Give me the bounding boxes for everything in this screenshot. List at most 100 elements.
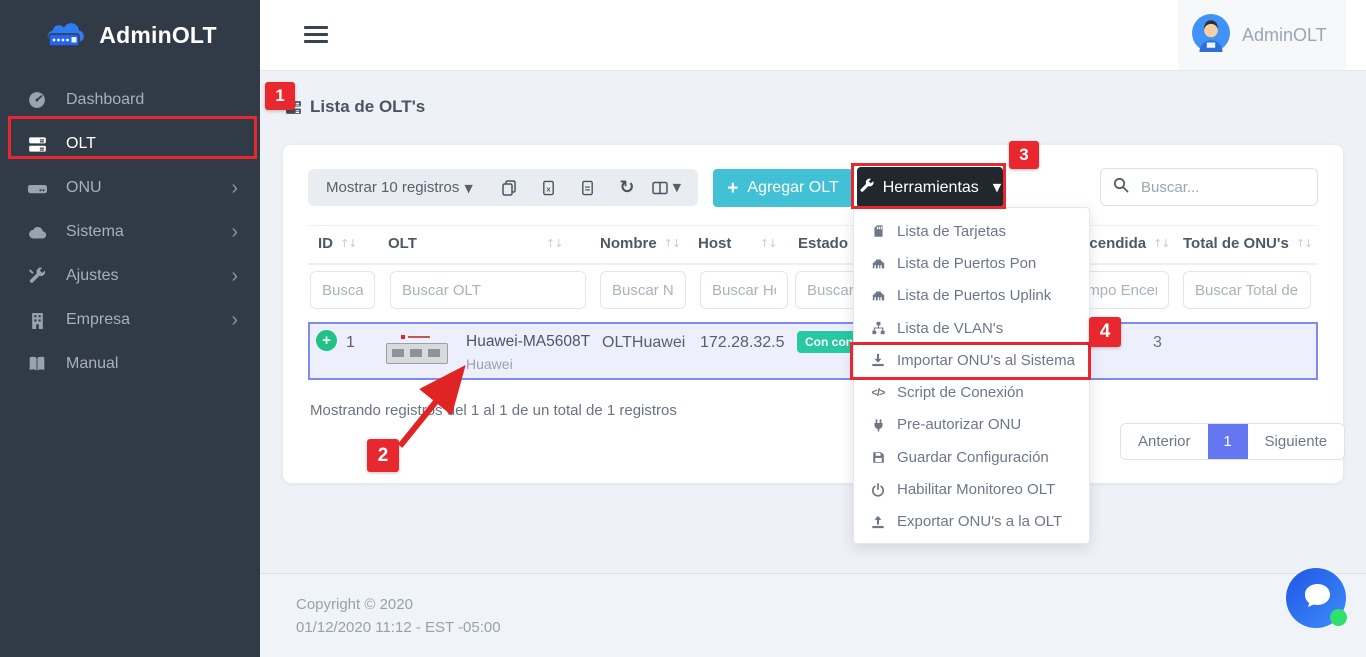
sidebar-item-label: Empresa [66, 311, 130, 329]
menu-item-lista-vlans[interactable]: Lista de VLAN's [854, 312, 1089, 344]
column-header-id[interactable]: ID↑↓ [318, 235, 356, 252]
pagination-page-1[interactable]: 1 [1208, 424, 1248, 459]
chevron-right-icon: › [231, 178, 238, 198]
page-title-text: Lista de OLT's [310, 97, 425, 117]
user-name: AdminOLT [1242, 25, 1327, 46]
footer: Copyright © 2020 01/12/2020 11:12 - EST … [260, 573, 1366, 657]
download-icon [869, 353, 887, 367]
chat-widget-button[interactable] [1286, 568, 1346, 628]
filter-total-input[interactable] [1183, 271, 1311, 309]
menu-item-pre-autorizar[interactable]: Pre-autorizar ONU [854, 409, 1089, 441]
user-menu[interactable]: AdminOLT [1178, 0, 1346, 70]
wrench-icon [859, 178, 874, 198]
menu-item-habilitar-monitoreo[interactable]: Habilitar Monitoreo OLT [854, 473, 1089, 505]
brand-logo-cloud-router-icon [43, 17, 89, 54]
show-entries-select[interactable]: Mostrar 10 registros▼ [326, 179, 473, 196]
cell-id: 1 [346, 334, 355, 352]
page-title: Lista de OLT's [285, 97, 425, 117]
annotation-badge-3: 3 [1009, 141, 1039, 169]
menu-item-importar-onus[interactable]: Importar ONU's al Sistema [854, 344, 1089, 376]
plus-icon: + [727, 179, 738, 198]
menu-item-exportar-onus[interactable]: Exportar ONU's a la OLT [854, 506, 1089, 538]
column-header-nombre[interactable]: Nombre↑↓ [600, 235, 680, 252]
sidebar-item-manual[interactable]: Manual [0, 342, 260, 386]
sort-icon: ↑↓ [546, 237, 562, 250]
olt-list-card: Mostrar 10 registros▼ x ↻ ▼ + Agregar OL… [283, 145, 1343, 483]
cloud-icon [24, 223, 50, 242]
upload-icon [869, 515, 887, 529]
tools-dropdown-button[interactable]: Herramientas ▼ [857, 167, 1003, 208]
column-header-host[interactable]: Host↑↓ [698, 235, 731, 252]
cell-olt-brand: Huawei [466, 356, 513, 372]
save-icon [869, 451, 887, 464]
topbar: AdminOLT [260, 0, 1366, 71]
column-header-olt[interactable]: OLT↑↓ [388, 235, 417, 252]
menu-item-lista-puertos-pon[interactable]: Lista de Puertos Pon [854, 247, 1089, 279]
sort-icon: ↑↓ [340, 237, 356, 250]
sort-icon: ↑↓ [1153, 237, 1169, 250]
caret-down-icon: ▼ [673, 181, 681, 194]
sidebar-item-ajustes[interactable]: Ajustes › [0, 254, 260, 298]
book-icon [24, 355, 50, 373]
plug-icon [869, 418, 887, 432]
menu-item-guardar-configuracion[interactable]: Guardar Configuración [854, 441, 1089, 473]
sort-icon: ↑↓ [664, 237, 680, 250]
caret-down-icon: ▼ [464, 182, 472, 195]
menu-toggle-button[interactable] [304, 26, 328, 47]
menu-item-lista-tarjetas[interactable]: Lista de Tarjetas [854, 215, 1089, 247]
footer-datetime: 01/12/2020 11:12 - EST -05:00 [296, 616, 1366, 639]
pagination: Anterior 1 Siguiente [1120, 423, 1345, 460]
sidebar-item-dashboard[interactable]: Dashboard [0, 78, 260, 122]
table-toolbar-group: Mostrar 10 registros▼ x ↻ ▼ [308, 169, 698, 206]
column-header-total-onus[interactable]: Total de ONU's↑↓ [1183, 235, 1312, 252]
export-file-button[interactable] [568, 180, 607, 196]
footer-copyright: Copyright © 2020 [296, 593, 1366, 616]
sidebar-item-label: Sistema [66, 223, 124, 241]
pagination-prev-button[interactable]: Anterior [1121, 424, 1208, 459]
annotation-badge-2: 2 [367, 439, 399, 472]
caret-down-icon: ▼ [993, 181, 1001, 194]
sort-icon: ↑↓ [760, 237, 776, 250]
sidebar-item-sistema[interactable]: Sistema › [0, 210, 260, 254]
annotation-badge-4: 4 [1089, 317, 1121, 347]
filter-nombre-input[interactable] [600, 271, 686, 309]
ethernet-icon [869, 257, 887, 270]
menu-item-lista-puertos-uplink[interactable]: Lista de Puertos Uplink [854, 280, 1089, 312]
filter-host-input[interactable] [700, 271, 788, 309]
add-olt-button[interactable]: + Agregar OLT [713, 169, 853, 207]
brand-name: AdminOLT [99, 22, 216, 49]
annotation-badge-1: 1 [265, 82, 295, 110]
filter-id-input[interactable] [310, 271, 375, 309]
table-header-row: ID↑↓ OLT↑↓ Nombre↑↓ Host↑↓ Estado↑↓ Tiem… [308, 225, 1318, 265]
sidebar-item-onu[interactable]: ONU › [0, 166, 260, 210]
sidebar-item-empresa[interactable]: Empresa › [0, 298, 260, 342]
chevron-right-icon: › [231, 266, 238, 286]
search-icon [1113, 177, 1129, 198]
search-input[interactable] [1139, 178, 1305, 197]
sitemap-icon [869, 321, 887, 335]
menu-item-script-conexion[interactable]: </> Script de Conexión [854, 376, 1089, 408]
copy-button[interactable] [489, 180, 528, 196]
brand[interactable]: AdminOLT [0, 0, 260, 71]
table-info-text: Mostrando registros del 1 al 1 de un tot… [310, 402, 677, 419]
code-icon: </> [869, 387, 887, 399]
table-row[interactable]: + 1 Huawei-MA5608T Huawei OLTHuawei 172.… [308, 322, 1318, 380]
building-icon [24, 312, 50, 329]
chevron-right-icon: › [231, 222, 238, 242]
ethernet-icon [869, 289, 887, 302]
filter-olt-input[interactable] [390, 271, 586, 309]
chevron-right-icon: › [231, 310, 238, 330]
expand-row-button[interactable]: + [316, 330, 337, 351]
sidebar-item-olt[interactable]: OLT [0, 122, 260, 166]
export-excel-button[interactable]: x [528, 180, 567, 196]
pagination-next-button[interactable]: Siguiente [1248, 424, 1345, 459]
chat-bubble-icon [1299, 581, 1333, 616]
column-visibility-button[interactable]: ▼ [647, 180, 686, 196]
tools-dropdown-menu: Lista de Tarjetas Lista de Puertos Pon L… [853, 207, 1090, 544]
sort-icon: ↑↓ [1296, 237, 1312, 250]
column-header-estado[interactable]: Estado↑↓ [798, 235, 848, 252]
sd-card-icon [869, 224, 887, 238]
sidebar-item-label: OLT [66, 135, 96, 153]
avatar [1192, 14, 1230, 57]
refresh-button[interactable]: ↻ [607, 179, 646, 197]
